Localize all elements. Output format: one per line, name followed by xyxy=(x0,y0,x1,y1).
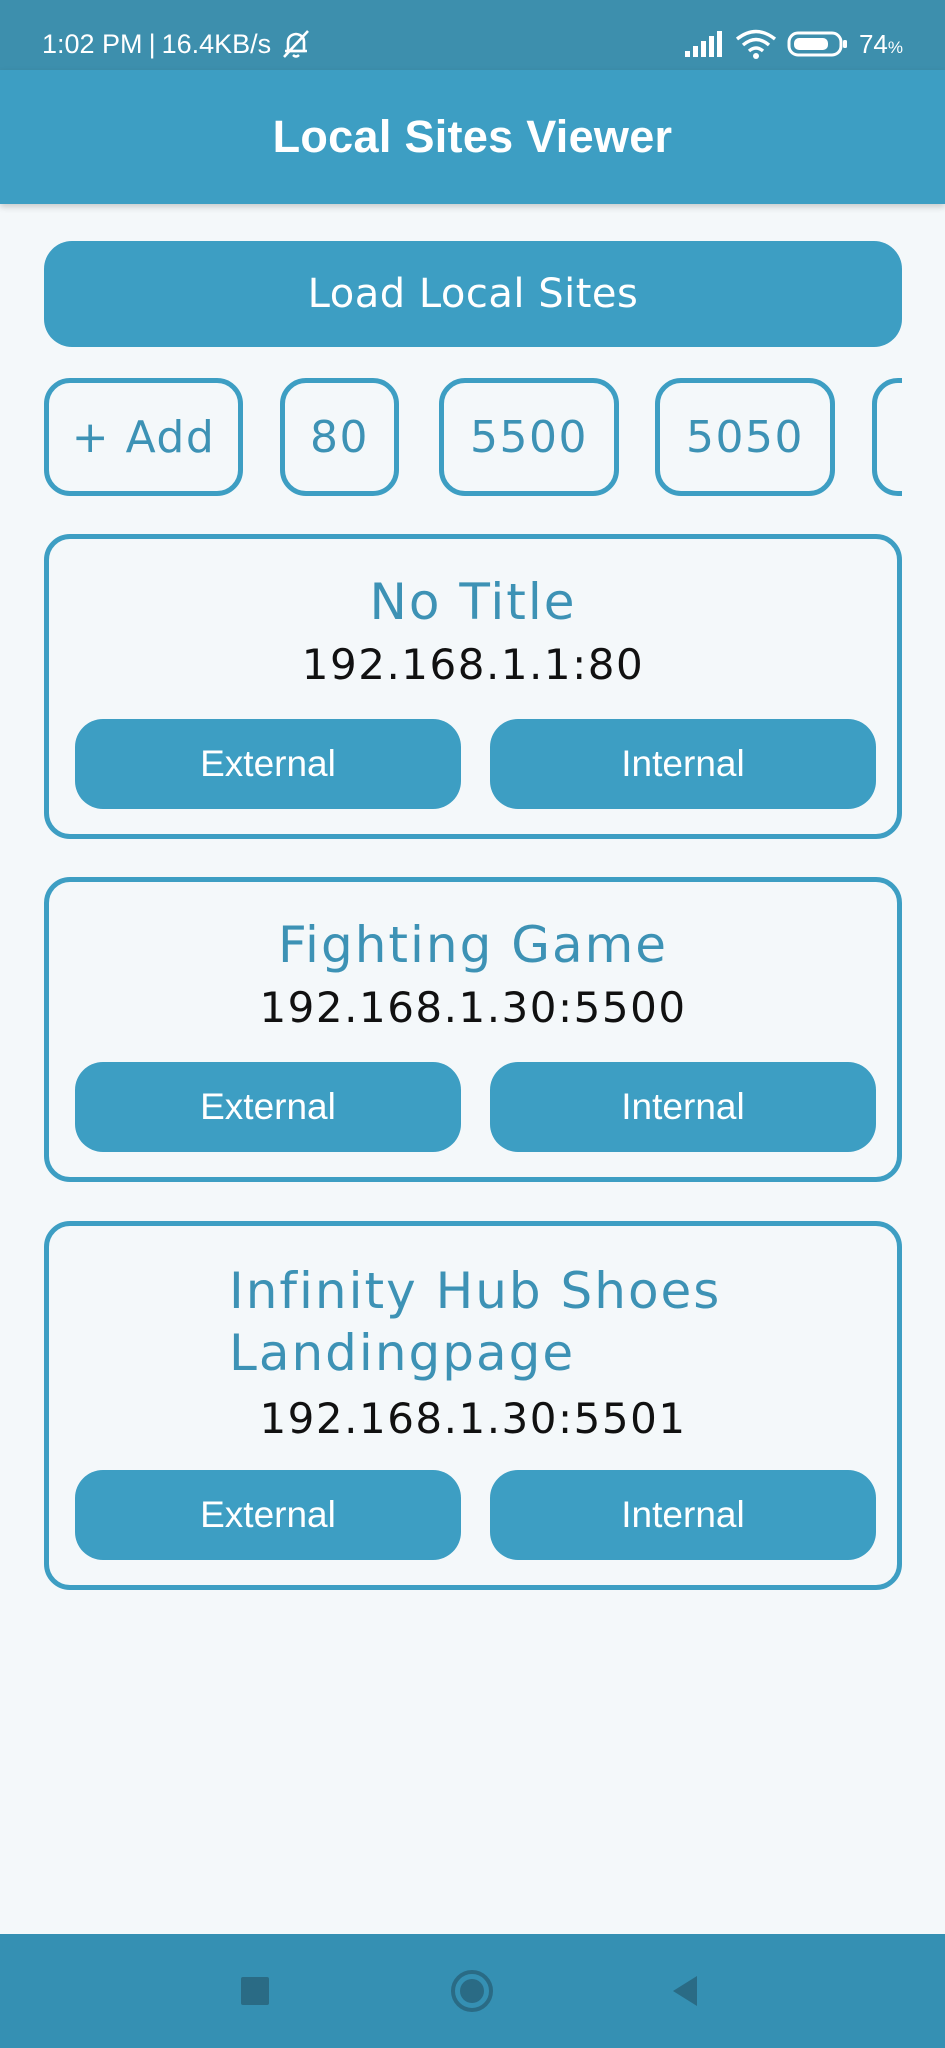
status-bar: 1:02 PM | 16.4KB/s 74% xyxy=(0,0,945,70)
internal-button[interactable]: Internal xyxy=(490,1062,876,1152)
site-address: 192.168.1.1:80 xyxy=(301,640,645,689)
site-address: 192.168.1.30:5501 xyxy=(259,1394,687,1443)
add-port-button[interactable]: + Add xyxy=(44,378,243,496)
port-chips-track: + Add 80 5500 5050 xyxy=(44,376,902,504)
app-screen: 1:02 PM | 16.4KB/s 74% Local Sites Viewe… xyxy=(0,0,945,2048)
external-button[interactable]: External xyxy=(75,719,461,809)
battery-percent: 74% xyxy=(858,28,903,59)
site-card: Infinity Hub Shoes Landingpage 192.168.1… xyxy=(44,1221,902,1590)
site-address: 192.168.1.30:5500 xyxy=(259,983,687,1032)
battery-icon xyxy=(787,30,849,58)
load-local-sites-button[interactable]: Load Local Sites xyxy=(44,241,902,347)
port-chip-partial[interactable] xyxy=(872,378,902,496)
app-title: Local Sites Viewer xyxy=(272,111,673,162)
port-chips-row[interactable]: + Add 80 5500 5050 xyxy=(44,376,902,504)
back-icon[interactable] xyxy=(625,1934,745,2048)
signal-icon xyxy=(683,31,725,57)
recent-apps-icon[interactable] xyxy=(195,1934,315,2048)
app-bar: Local Sites Viewer xyxy=(0,70,945,204)
port-chip-5500[interactable]: 5500 xyxy=(439,378,619,496)
home-icon[interactable] xyxy=(412,1934,532,2048)
site-title: No Title xyxy=(369,573,577,631)
site-card: Fighting Game 192.168.1.30:5500 External… xyxy=(44,877,902,1182)
external-button[interactable]: External xyxy=(75,1470,461,1560)
navigation-bar xyxy=(0,1934,945,2048)
muted-bell-icon xyxy=(279,27,313,61)
wifi-icon xyxy=(735,28,777,60)
port-chip-5050[interactable]: 5050 xyxy=(655,378,835,496)
external-button[interactable]: External xyxy=(75,1062,461,1152)
port-chip-80[interactable]: 80 xyxy=(280,378,399,496)
internal-button[interactable]: Internal xyxy=(490,1470,876,1560)
site-card: No Title 192.168.1.1:80 External Interna… xyxy=(44,534,902,839)
internal-button[interactable]: Internal xyxy=(490,719,876,809)
site-title: Fighting Game xyxy=(277,916,669,974)
site-title: Infinity Hub Shoes Landingpage xyxy=(229,1262,722,1382)
